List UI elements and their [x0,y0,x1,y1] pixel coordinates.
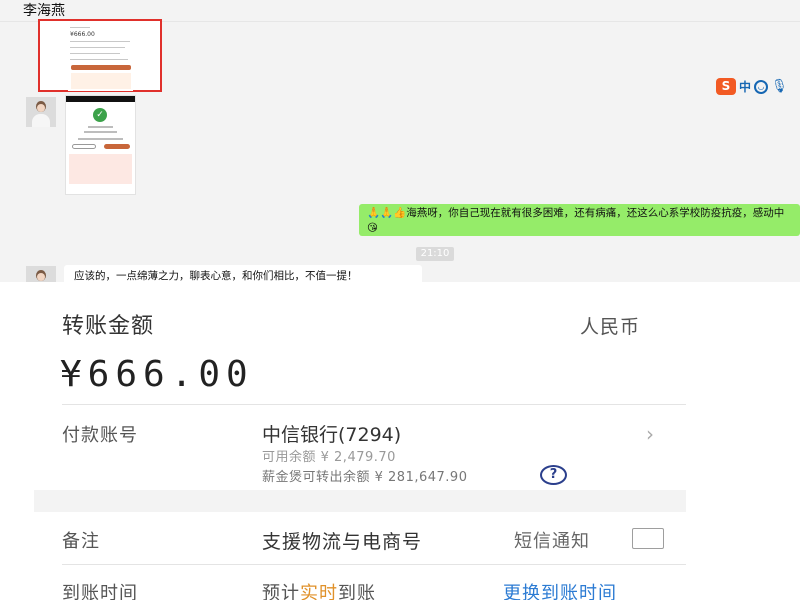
arrival-estimate: 预计实时到账 [262,579,376,600]
amount-value[interactable]: ¥666.00 [60,354,254,395]
thumb-line [70,59,128,60]
thumb-button [72,144,96,149]
chevron-right-icon[interactable]: › [646,422,654,446]
thumb-line [70,41,130,42]
remark-label: 备注 [62,531,100,552]
thumb-note-area [71,73,131,89]
thumb-status-bar [66,96,135,102]
incoming-message: 应该的，一点绵薄之力，聊表心意，和你们相比，不值一提！ [64,265,422,282]
thumb-line [70,53,120,54]
available-balance: 可用余额 ¥ 2,479.70 [262,450,396,465]
section-gap [34,490,686,512]
arrival-time-label: 到账时间 [62,583,138,600]
thumbnail-content: ¥666.00 [68,25,133,91]
message-timestamp: 21:10 [416,247,454,261]
thumb-amount: ¥666.00 [70,31,95,38]
arrival-prefix: 预计 [262,583,300,600]
arrival-highlight: 实时 [300,583,338,600]
contact-name: 李海燕 [23,3,65,19]
outgoing-message: 🙏🙏👍海燕呀，你自己现在就有很多困难，还有病痛，还这么心系学校防疫抗疫，感动中😘 [359,204,800,236]
thumb-line [78,138,123,140]
thumb-button [104,144,130,149]
mic-icon[interactable]: 🎙 [771,79,788,94]
ime-toolbar: S 中 ◡ 🎙 [716,78,788,95]
remark-input[interactable]: 支援物流与电商号 [262,527,422,554]
success-screenshot-thumbnail[interactable]: ✓ [65,95,136,195]
ime-mode-toggle[interactable]: 中 [739,78,751,95]
payment-account-label: 付款账号 [62,425,138,446]
sogou-logo-icon[interactable]: S [716,78,736,95]
amount-label: 转账金额 [62,314,155,339]
transfer-form: 转账金额 人民币 ¥666.00 付款账号 中信银行(7294) 可用余额 ¥ … [0,282,800,600]
divider [62,404,686,405]
thumb-confirm-button [71,65,131,70]
thumb-promo-area [69,154,132,184]
transfer-screenshot-thumbnail[interactable]: ¥666.00 [38,19,162,92]
divider [62,564,686,565]
thumb-line [88,126,113,128]
help-icon[interactable]: ? [540,465,567,485]
arrival-suffix: 到账 [338,583,376,600]
thumb-line [70,47,125,48]
check-icon: ✓ [93,108,107,122]
currency-label: 人民币 [580,316,641,338]
thumb-line [84,131,117,133]
smile-icon[interactable]: ◡ [754,79,769,94]
avatar[interactable] [26,266,56,282]
salary-balance: 薪金煲可转出余额 ¥ 281,647.90 [262,470,468,485]
bank-account: 中信银行(7294) [262,424,402,446]
change-arrival-time-link[interactable]: 更换到账时间 [503,579,617,600]
sms-notify-checkbox[interactable] [632,528,664,549]
chat-screenshot: 李海燕 ¥666.00 ✓ S 中 ◡ 🎙 🙏🙏👍海燕呀，你自己现在就有很多困难… [0,0,800,282]
thumb-line [70,27,90,28]
sms-notify-label: 短信通知 [514,531,590,552]
avatar[interactable] [26,97,56,127]
